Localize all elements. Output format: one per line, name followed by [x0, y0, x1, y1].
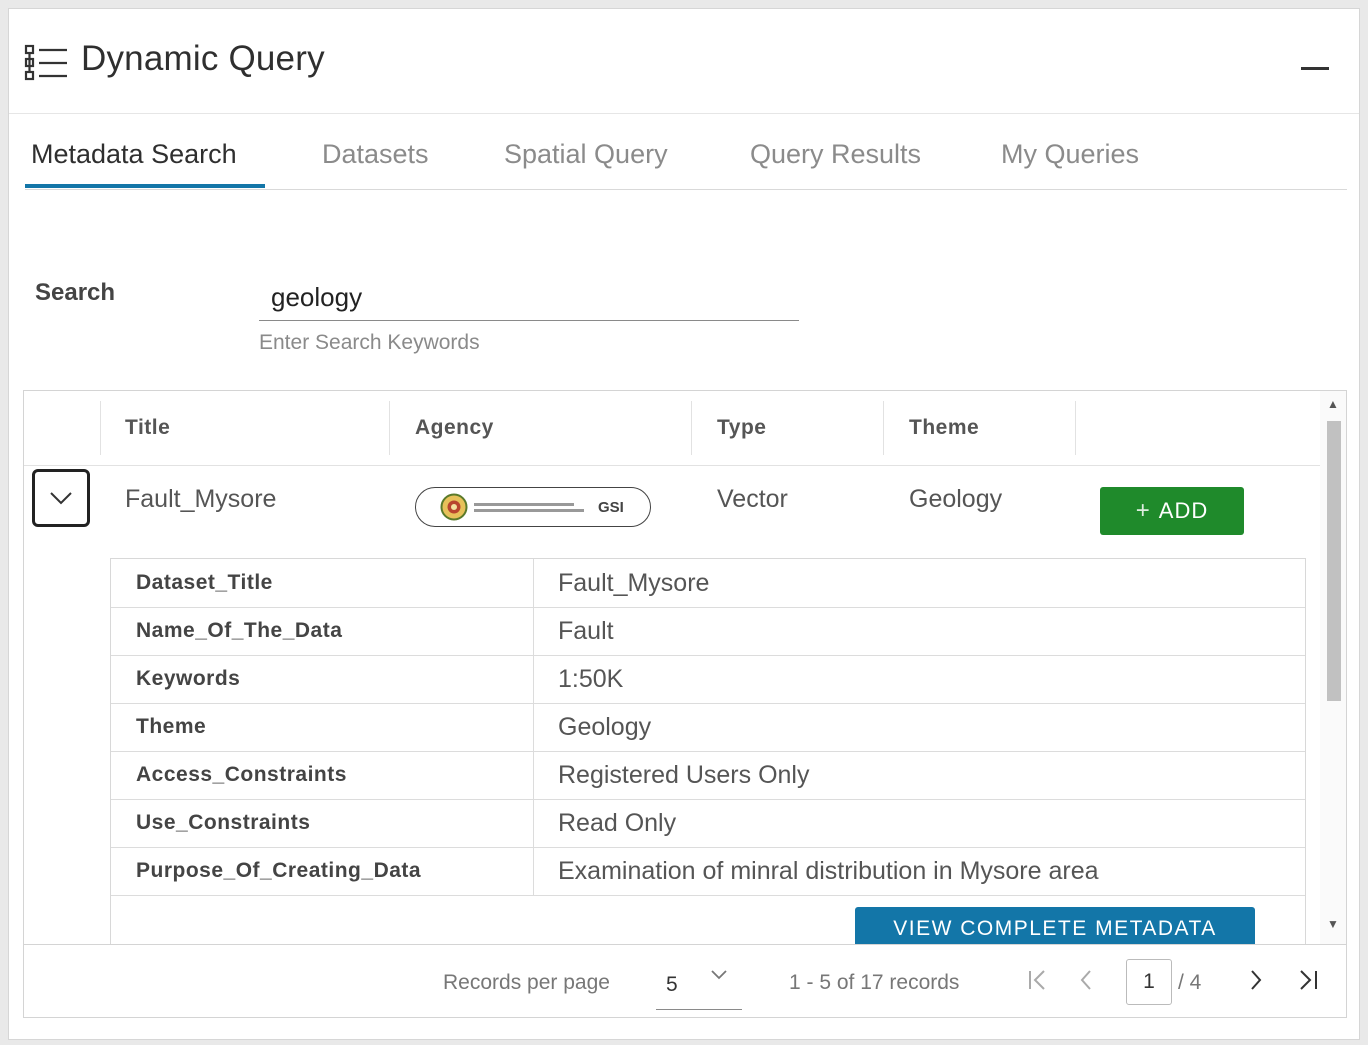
detail-row: Dataset_Title Fault_Mysore	[111, 559, 1305, 608]
column-header-theme[interactable]: Theme	[909, 391, 979, 465]
grid-header: Title Agency Type Theme	[24, 391, 1320, 466]
previous-page-icon[interactable]	[1076, 967, 1096, 993]
chevron-down-icon	[50, 492, 72, 505]
detail-row: Name_Of_The_Data Fault	[111, 607, 1305, 656]
results-grid: Title Agency Type Theme Fault_Mysore GSI…	[23, 390, 1347, 1018]
detail-key: Theme	[136, 715, 207, 738]
row-title: Fault_Mysore	[125, 485, 277, 513]
detail-key: Dataset_Title	[136, 571, 273, 594]
last-page-icon[interactable]	[1296, 967, 1320, 993]
records-summary: 1 - 5 of 17 records	[789, 971, 960, 994]
active-tab-indicator	[25, 184, 265, 188]
column-divider	[389, 401, 390, 455]
tab-query-results[interactable]: Query Results	[750, 139, 921, 170]
detail-value: Examination of minral distribution in My…	[558, 857, 1099, 885]
detail-key: Name_Of_The_Data	[136, 619, 343, 642]
search-label: Search	[35, 279, 116, 306]
column-divider	[1075, 401, 1076, 455]
column-header-title[interactable]: Title	[125, 391, 170, 465]
row-type: Vector	[717, 485, 788, 513]
scroll-thumb[interactable]	[1327, 421, 1341, 701]
detail-value: Fault	[558, 617, 614, 645]
column-divider	[883, 401, 884, 455]
column-divider	[691, 401, 692, 455]
vertical-scrollbar[interactable]: ▲ ▼	[1320, 391, 1346, 945]
search-input[interactable]	[259, 275, 799, 321]
panel-header: Dynamic Query	[9, 9, 1359, 114]
chevron-down-icon	[711, 970, 727, 980]
detail-row: Access_Constraints Registered Users Only	[111, 751, 1305, 800]
detail-value: 1:50K	[558, 665, 624, 693]
row-theme: Geology	[909, 485, 1003, 513]
detail-value: Fault_Mysore	[558, 569, 710, 597]
detail-key: Access_Constraints	[136, 763, 347, 786]
tab-datasets[interactable]: Datasets	[322, 139, 429, 170]
column-header-agency[interactable]: Agency	[415, 391, 494, 465]
records-per-page-select[interactable]: 5	[656, 959, 742, 1010]
agency-abbreviation: GSI	[598, 498, 624, 516]
add-button-label: ADD	[1158, 498, 1209, 523]
next-page-icon[interactable]	[1246, 967, 1266, 993]
gsi-logo-icon	[440, 493, 468, 521]
scroll-up-icon[interactable]: ▲	[1327, 397, 1339, 411]
tab-bar: Metadata Search Datasets Spatial Query Q…	[25, 113, 1347, 190]
pager-bar: Records per page 5 1 - 5 of 17 records /…	[24, 944, 1346, 1017]
agency-logo-text	[474, 502, 590, 512]
records-per-page-label: Records per page	[443, 971, 610, 994]
detail-row: Keywords 1:50K	[111, 655, 1305, 704]
plus-icon: +	[1135, 497, 1151, 524]
detail-row: Theme Geology	[111, 703, 1305, 752]
records-per-page-value: 5	[666, 973, 678, 996]
tab-my-queries[interactable]: My Queries	[1001, 139, 1139, 170]
detail-value: Read Only	[558, 809, 677, 837]
detail-value: Geology	[558, 713, 652, 741]
tab-metadata-search[interactable]: Metadata Search	[31, 139, 237, 170]
add-button[interactable]: + ADD	[1100, 487, 1244, 535]
scroll-down-icon[interactable]: ▼	[1327, 917, 1339, 931]
detail-key: Use_Constraints	[136, 811, 311, 834]
agency-badge: GSI	[415, 487, 651, 527]
collapse-row-button[interactable]	[32, 469, 90, 527]
search-hint: Enter Search Keywords	[259, 331, 480, 354]
detail-value: Registered Users Only	[558, 761, 810, 789]
detail-key: Keywords	[136, 667, 241, 690]
page-number-input[interactable]	[1126, 959, 1172, 1005]
first-page-icon[interactable]	[1026, 967, 1050, 993]
column-header-type[interactable]: Type	[717, 391, 766, 465]
dynamic-query-panel: Dynamic Query Metadata Search Datasets S…	[8, 8, 1360, 1040]
detail-row: Purpose_Of_Creating_Data Examination of …	[111, 847, 1305, 896]
panel-title: Dynamic Query	[81, 39, 325, 78]
total-pages: / 4	[1178, 971, 1202, 994]
minimize-icon[interactable]	[1301, 67, 1329, 70]
list-tree-icon	[24, 44, 67, 81]
detail-row: Use_Constraints Read Only	[111, 799, 1305, 848]
detail-key: Purpose_Of_Creating_Data	[136, 859, 422, 882]
tab-spatial-query[interactable]: Spatial Query	[504, 139, 668, 170]
column-divider	[100, 401, 101, 455]
